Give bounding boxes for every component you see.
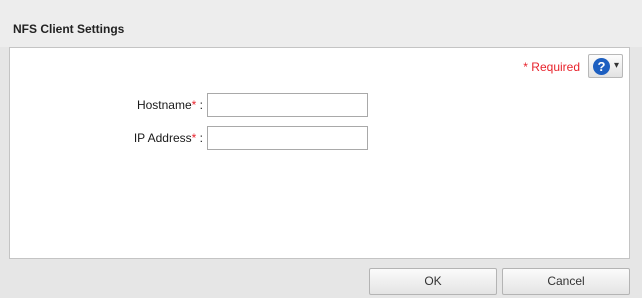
help-button[interactable]: ? ▾ bbox=[588, 54, 623, 78]
question-circle-icon: ? bbox=[593, 58, 610, 75]
cancel-button[interactable]: Cancel bbox=[502, 268, 630, 295]
required-note: * Required bbox=[523, 60, 580, 74]
chevron-down-icon: ▾ bbox=[614, 60, 620, 71]
hostname-row: Hostname* : bbox=[10, 93, 203, 117]
settings-panel: * Required ? ▾ Hostname* : IP Address* : bbox=[9, 47, 630, 259]
ip-address-input[interactable] bbox=[207, 126, 368, 150]
ip-address-row: IP Address* : bbox=[10, 126, 203, 150]
ok-button[interactable]: OK bbox=[369, 268, 497, 295]
ip-address-label: IP Address* : bbox=[133, 131, 203, 145]
dialog-titlebar: NFS Client Settings bbox=[0, 0, 642, 47]
hostname-label: Hostname* : bbox=[136, 98, 203, 112]
hostname-input[interactable] bbox=[207, 93, 368, 117]
dialog-title: NFS Client Settings bbox=[13, 22, 125, 36]
